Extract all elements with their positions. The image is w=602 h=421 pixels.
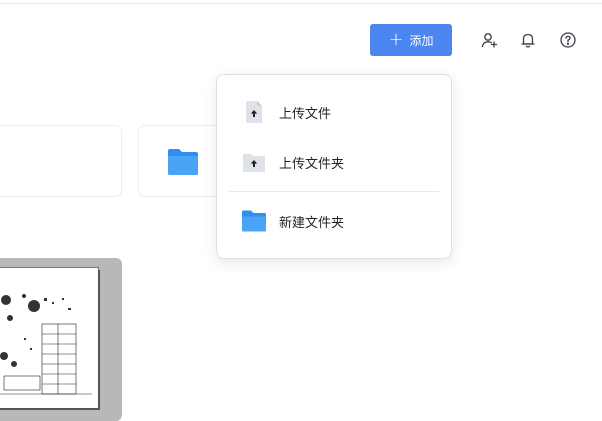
menu-item-label: 上传文件夹 — [279, 156, 345, 172]
add-button-label: 添加 — [409, 33, 434, 48]
menu-item-label: 上传文件 — [279, 106, 332, 122]
document-thumbnail[interactable] — [0, 258, 122, 421]
add-dropdown-menu: 上传文件 上传文件夹 新建文件夹 — [216, 74, 452, 259]
menu-item-label: 新建文件夹 — [279, 215, 345, 231]
bell-icon[interactable] — [519, 31, 537, 49]
help-icon[interactable] — [559, 31, 577, 49]
folder-icon — [167, 148, 199, 180]
upload-folder-icon — [241, 149, 267, 175]
folder-card[interactable] — [138, 125, 228, 197]
menu-item-upload-file[interactable]: 上传文件 — [217, 92, 451, 132]
menu-divider — [229, 191, 439, 192]
file-card[interactable] — [0, 125, 122, 197]
add-member-icon[interactable] — [480, 31, 498, 49]
plus-icon: + — [388, 29, 404, 50]
menu-item-new-folder[interactable]: 新建文件夹 — [217, 201, 451, 241]
menu-item-upload-folder[interactable]: 上传文件夹 — [217, 142, 451, 182]
top-divider — [0, 3, 602, 4]
new-folder-icon — [241, 208, 267, 234]
upload-file-icon — [241, 99, 267, 125]
drawing-preview — [0, 268, 98, 408]
add-button[interactable]: + 添加 — [370, 24, 452, 56]
